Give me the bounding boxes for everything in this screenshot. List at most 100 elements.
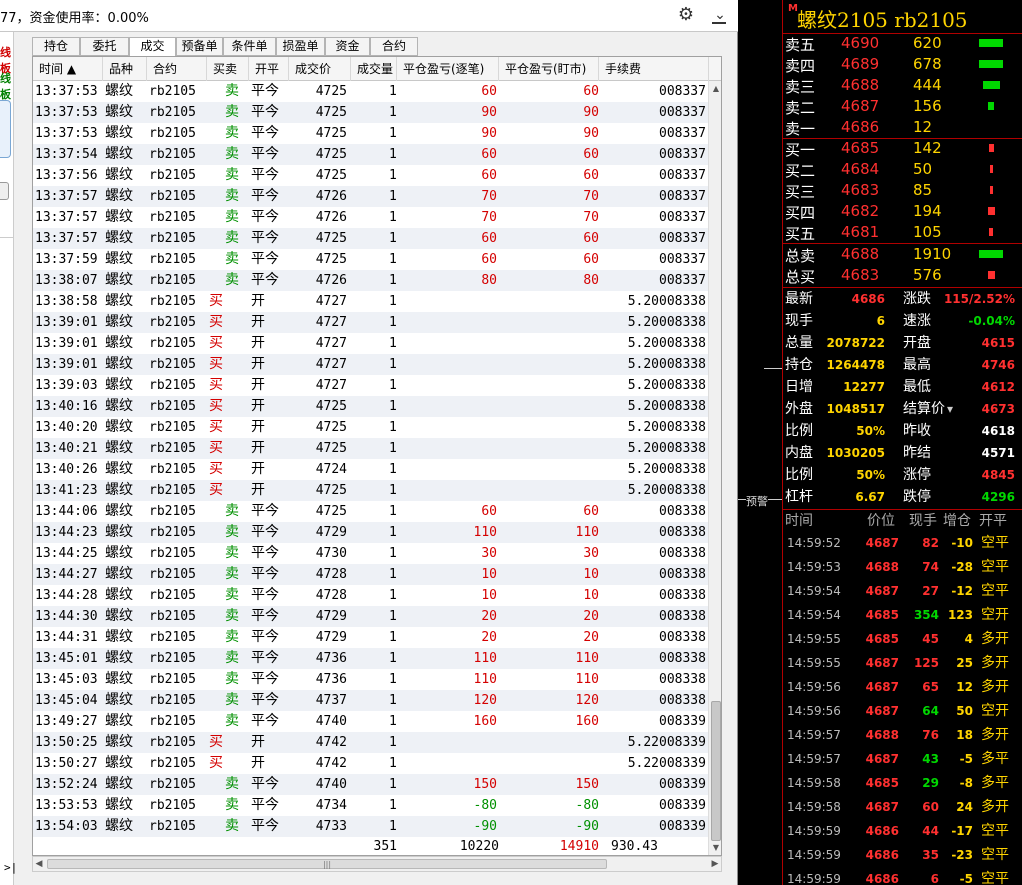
bid-row[interactable]: 买五 4681 105 — [783, 222, 1022, 243]
table-row[interactable]: 13:45:03 螺纹 rb2105 卖平今 4736 1 110 110 008338 — [33, 669, 708, 690]
table-row[interactable]: 13:40:16 螺纹 rb2105 买开 4725 1 5.20 008338 — [33, 396, 708, 417]
ts-row[interactable]: 14:59:54 4687 27 -12 空平 — [783, 579, 1022, 603]
tab-8[interactable]: 合约 — [370, 37, 418, 56]
column-header[interactable]: 品种 — [103, 57, 147, 81]
tab-5[interactable]: 条件单 — [223, 37, 276, 56]
book-total-row[interactable]: 总买 4683 576 — [783, 265, 1022, 286]
sidebar-green-label[interactable]: 线板 — [0, 70, 13, 102]
ask-row[interactable]: 卖一 4686 12 — [783, 117, 1022, 138]
table-row[interactable]: 13:37:57 螺纹 rb2105 卖平今 4726 1 70 70 008337 — [33, 186, 708, 207]
table-row[interactable]: 13:37:57 螺纹 rb2105 卖平今 4725 1 60 60 008337 — [33, 228, 708, 249]
table-row[interactable]: 13:37:56 螺纹 rb2105 卖平今 4725 1 60 60 008337 — [33, 165, 708, 186]
table-row[interactable]: 13:40:26 螺纹 rb2105 买开 4724 1 5.20 008338 — [33, 459, 708, 480]
ts-row[interactable]: 14:59:57 4687 43 -5 多平 — [783, 747, 1022, 771]
table-row[interactable]: 13:44:25 螺纹 rb2105 卖平今 4730 1 30 30 008338 — [33, 543, 708, 564]
book-total-row[interactable]: 总卖 4688 1910 — [783, 244, 1022, 265]
column-header[interactable]: 成交价 — [289, 57, 351, 81]
ts-row[interactable]: 14:59:57 4688 76 18 多开 — [783, 723, 1022, 747]
stat-label: 最新 — [785, 291, 813, 307]
table-row[interactable]: 13:40:21 螺纹 rb2105 买开 4725 1 5.20 008338 — [33, 438, 708, 459]
table-row[interactable]: 13:39:01 螺纹 rb2105 买开 4727 1 5.20 008338 — [33, 312, 708, 333]
table-row[interactable]: 13:39:01 螺纹 rb2105 买开 4727 1 5.20 008338 — [33, 354, 708, 375]
table-row[interactable]: 13:44:31 螺纹 rb2105 卖平今 4729 1 20 20 008338 — [33, 627, 708, 648]
column-header[interactable]: 开平 — [249, 57, 289, 81]
table-row[interactable]: 13:45:04 螺纹 rb2105 卖平今 4737 1 120 120 008338 — [33, 690, 708, 711]
column-header[interactable]: 合约 — [147, 57, 207, 81]
tab-7[interactable]: 资金 — [325, 37, 370, 56]
table-row[interactable]: 13:52:24 螺纹 rb2105 卖平今 4740 1 150 150 008339 — [33, 774, 708, 795]
table-row[interactable]: 13:44:30 螺纹 rb2105 卖平今 4729 1 20 20 008338 — [33, 606, 708, 627]
tab-2[interactable]: 委托 — [80, 37, 129, 56]
table-row[interactable]: 13:37:53 螺纹 rb2105 卖平今 4725 1 60 60 008337 — [33, 81, 708, 102]
scroll-down-icon[interactable]: ▼ — [711, 842, 721, 854]
ts-row[interactable]: 14:59:56 4687 64 50 空开 — [783, 699, 1022, 723]
table-row[interactable]: 13:37:57 螺纹 rb2105 卖平今 4726 1 70 70 008337 — [33, 207, 708, 228]
gear-icon[interactable]: ⚙ — [676, 5, 696, 25]
table-row[interactable]: 13:37:59 螺纹 rb2105 卖平今 4725 1 60 60 008337 — [33, 249, 708, 270]
ask-row[interactable]: 卖五 4690 620 — [783, 33, 1022, 54]
table-row[interactable]: 13:37:53 螺纹 rb2105 卖平今 4725 1 90 90 008337 — [33, 102, 708, 123]
bid-row[interactable]: 买一 4685 142 — [783, 138, 1022, 159]
ts-row[interactable]: 14:59:53 4688 74 -28 空平 — [783, 555, 1022, 579]
column-header[interactable]: 平仓盈亏(逐笔) — [397, 57, 499, 81]
scroll-right-icon[interactable]: ▶ — [709, 857, 721, 871]
table-row[interactable]: 13:39:03 螺纹 rb2105 买开 4727 1 5.20 008338 — [33, 375, 708, 396]
table-row[interactable]: 13:50:25 螺纹 rb2105 买开 4742 1 5.22 008339 — [33, 732, 708, 753]
column-header[interactable]: 平仓盈亏(盯市) — [499, 57, 599, 81]
table-row[interactable]: 13:37:53 螺纹 rb2105 卖平今 4725 1 90 90 008337 — [33, 123, 708, 144]
ts-row[interactable]: 14:59:54 4685 354 123 空开 — [783, 603, 1022, 627]
table-row[interactable]: 13:38:07 螺纹 rb2105 卖平今 4726 1 80 80 008337 — [33, 270, 708, 291]
column-header[interactable]: 成交量 — [351, 57, 397, 81]
table-row[interactable]: 13:44:27 螺纹 rb2105 卖平今 4728 1 10 10 008338 — [33, 564, 708, 585]
collapse-icon[interactable]: ⌄ — [710, 5, 730, 25]
table-row[interactable]: 13:54:03 螺纹 rb2105 卖平今 4733 1 -90 -90 008339 — [33, 816, 708, 837]
table-row[interactable]: 13:37:54 螺纹 rb2105 卖平今 4725 1 60 60 008337 — [33, 144, 708, 165]
table-row[interactable]: 13:45:01 螺纹 rb2105 卖平今 4736 1 110 110 008338 — [33, 648, 708, 669]
ask-row[interactable]: 卖四 4689 678 — [783, 54, 1022, 75]
cell-fee: 5.20 — [627, 336, 659, 351]
table-row[interactable]: 13:41:23 螺纹 rb2105 买开 4725 1 5.20 008338 — [33, 480, 708, 501]
table-row[interactable]: 13:49:27 螺纹 rb2105 卖平今 4740 1 160 160 008339 — [33, 711, 708, 732]
bid-row[interactable]: 买二 4684 50 — [783, 159, 1022, 180]
ts-row[interactable]: 14:59:52 4687 82 -10 空平 — [783, 531, 1022, 555]
warn-label[interactable]: 预警 — [746, 493, 768, 509]
ts-row[interactable]: 14:59:55 4685 45 4 多开 — [783, 627, 1022, 651]
table-row[interactable]: 13:44:28 螺纹 rb2105 卖平今 4728 1 10 10 008338 — [33, 585, 708, 606]
table-row[interactable]: 13:44:23 螺纹 rb2105 卖平今 4729 1 110 110 008338 — [33, 522, 708, 543]
ask-row[interactable]: 卖二 4687 156 — [783, 96, 1022, 117]
ask-row[interactable]: 卖三 4688 444 — [783, 75, 1022, 96]
column-header[interactable]: 买卖 — [207, 57, 249, 81]
table-row[interactable]: 13:39:01 螺纹 rb2105 买开 4727 1 5.20 008338 — [33, 333, 708, 354]
horizontal-scroll-thumb[interactable]: ||| — [47, 859, 607, 869]
horizontal-scrollbar[interactable]: ◀ ||| ▶ — [32, 856, 722, 872]
ts-row[interactable]: 14:59:55 4687 125 25 多开 — [783, 651, 1022, 675]
ts-row[interactable]: 14:59:58 4685 29 -8 多平 — [783, 771, 1022, 795]
ts-row[interactable]: 14:59:58 4687 60 24 多开 — [783, 795, 1022, 819]
scroll-up-icon[interactable]: ▲ — [711, 83, 721, 95]
bid-row[interactable]: 买三 4683 85 — [783, 180, 1022, 201]
expand-panel-icon[interactable]: >| — [4, 861, 17, 874]
ts-row[interactable]: 14:59:59 4686 44 -17 空平 — [783, 819, 1022, 843]
sidebar-small-button[interactable] — [0, 182, 9, 200]
stat-dropdown-icon[interactable]: ▾ — [947, 398, 953, 420]
table-row[interactable]: 13:44:06 螺纹 rb2105 卖平今 4725 1 60 60 008338 — [33, 501, 708, 522]
scroll-left-icon[interactable]: ◀ — [33, 857, 45, 871]
tab-3[interactable]: 成交 — [129, 37, 176, 57]
sidebar-panel-toggle[interactable] — [0, 100, 11, 158]
tab-4[interactable]: 预备单 — [176, 37, 223, 56]
table-row[interactable]: 13:40:20 螺纹 rb2105 买开 4725 1 5.20 008338 — [33, 417, 708, 438]
ts-row[interactable]: 14:59:59 4686 6 -5 空平 — [783, 867, 1022, 885]
column-header[interactable]: 手续费 — [599, 57, 709, 81]
tab-6[interactable]: 损盈单 — [276, 37, 325, 56]
table-row[interactable]: 13:53:53 螺纹 rb2105 卖平今 4734 1 -80 -80 008339 — [33, 795, 708, 816]
vertical-scroll-thumb[interactable] — [711, 701, 721, 841]
tab-1[interactable]: 持仓 — [32, 37, 80, 56]
column-header[interactable]: 时间 ▲ — [33, 57, 103, 81]
vertical-scrollbar[interactable]: ▲ ▼ — [708, 81, 721, 855]
table-row[interactable]: 13:38:58 螺纹 rb2105 买开 4727 1 5.20 008338 — [33, 291, 708, 312]
bid-row[interactable]: 买四 4682 194 — [783, 201, 1022, 222]
contract-name[interactable]: 螺纹2105 rb2105 — [797, 4, 968, 33]
ts-row[interactable]: 14:59:59 4686 35 -23 空平 — [783, 843, 1022, 867]
ts-row[interactable]: 14:59:56 4687 65 12 多开 — [783, 675, 1022, 699]
table-row[interactable]: 13:50:27 螺纹 rb2105 买开 4742 1 5.22 008339 — [33, 753, 708, 774]
